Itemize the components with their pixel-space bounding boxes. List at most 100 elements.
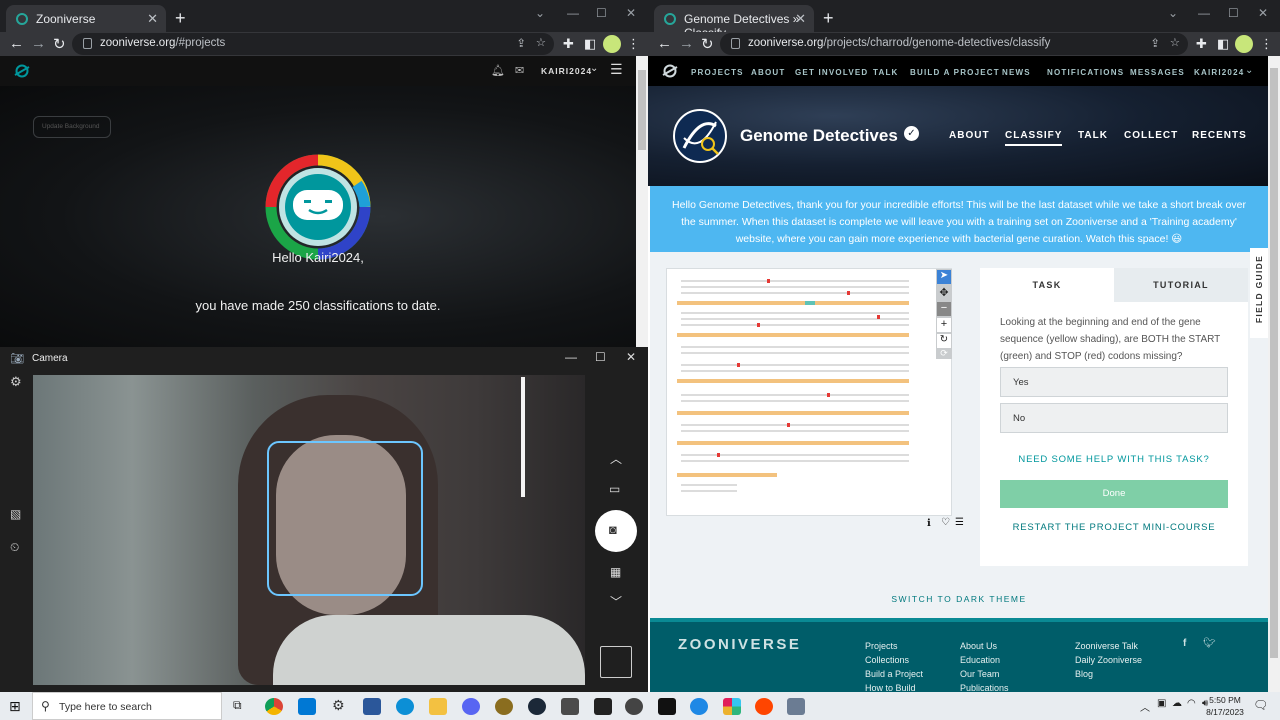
profile-avatar[interactable] [1235, 35, 1253, 53]
steam-icon[interactable] [528, 698, 546, 715]
footer-link-build[interactable]: Build a Project [865, 669, 923, 679]
pan-tool-icon[interactable]: ✥ [937, 286, 951, 300]
footer-link-publications[interactable]: Publications [960, 683, 1009, 692]
hamburger-menu-icon[interactable]: ☰ [610, 61, 623, 78]
app-blue-icon[interactable] [690, 698, 708, 715]
share-icon[interactable]: ⇪ [516, 36, 526, 50]
footer-zooniverse-logo[interactable]: ZOONIVERSE [678, 636, 801, 653]
answer-no-button[interactable]: No [1000, 403, 1228, 433]
minecraft-icon[interactable] [561, 698, 579, 715]
footer-link-blog[interactable]: Blog [1075, 669, 1093, 679]
genome-detectives-logo-icon[interactable] [672, 108, 728, 164]
nav-user-menu[interactable]: KAIRI2024 [1194, 68, 1244, 77]
extensions-icon[interactable]: ✚ [1196, 36, 1207, 52]
wow-icon[interactable] [495, 698, 513, 715]
new-tab-icon[interactable]: + [175, 8, 186, 29]
obs-icon[interactable] [625, 698, 643, 715]
nav-talk[interactable]: TALK [873, 68, 899, 77]
footer-link-our-team[interactable]: Our Team [960, 669, 999, 679]
chevron-up-icon[interactable]: ︿ [610, 450, 622, 467]
user-menu-chevron-icon[interactable]: ⌄ [590, 63, 598, 74]
minimize-icon[interactable]: — [1198, 6, 1210, 20]
task-view-icon[interactable]: ⧉ [233, 698, 242, 713]
camera-close-icon[interactable]: ✕ [626, 350, 636, 364]
timer-icon[interactable]: ⏲ [10, 540, 19, 555]
edge-icon[interactable] [396, 698, 414, 715]
close-tab-icon[interactable]: ✕ [147, 11, 158, 27]
tab-search-icon[interactable]: ⌄ [1168, 6, 1178, 20]
video-mode-icon[interactable]: ▭ [609, 482, 620, 496]
switch-dark-theme-link[interactable]: SWITCH TO DARK THEME [650, 594, 1268, 604]
twitter-icon[interactable]: 🐦︎ [1203, 638, 1216, 649]
pointer-tool-icon[interactable]: ➤ [937, 270, 951, 284]
nav-projects[interactable]: PROJECTS [691, 68, 744, 77]
left-scrollbar[interactable] [636, 56, 648, 347]
subject-viewer[interactable]: ➤ ✥ − + ↻ ⟳ [666, 268, 952, 516]
facebook-icon[interactable]: f [1183, 638, 1186, 649]
messages-mail-icon[interactable]: ✉ [515, 64, 524, 77]
menu-dots-icon[interactable]: ⋮ [1260, 36, 1273, 52]
taskbar-search-box[interactable]: ⚲ Type here to search [32, 692, 222, 720]
back-icon[interactable]: ← [9, 35, 24, 52]
tray-chevron-icon[interactable]: ︿ [1140, 699, 1150, 714]
restart-mini-course-link[interactable]: RESTART THE PROJECT MINI-COURSE [980, 522, 1248, 533]
project-nav-about[interactable]: ABOUT [949, 130, 990, 141]
right-scrollbar[interactable] [1268, 56, 1280, 692]
close-window-icon[interactable]: ✕ [1258, 6, 1268, 20]
file-explorer-icon[interactable] [429, 698, 447, 715]
settings-icon[interactable]: ⚙ [332, 697, 345, 714]
qr-code-icon[interactable]: ▦ [610, 565, 621, 579]
footer-link-how-to-build[interactable]: How to Build [865, 683, 916, 692]
footer-link-projects[interactable]: Projects [865, 641, 898, 651]
back-icon[interactable]: ← [657, 35, 672, 52]
user-menu-chevron-icon[interactable]: ⌄ [1245, 65, 1253, 76]
notes-app-icon[interactable] [594, 698, 612, 715]
word-icon[interactable] [363, 698, 381, 715]
rotate-icon[interactable]: ↻ [937, 334, 951, 348]
right-scrollbar-thumb[interactable] [1270, 68, 1278, 658]
add-to-collection-icon[interactable]: ☰ [955, 517, 964, 528]
done-button[interactable]: Done [1000, 480, 1228, 508]
share-icon[interactable]: ⇪ [1150, 36, 1160, 50]
update-background-button[interactable]: Update Background [33, 116, 111, 138]
chrome-icon[interactable] [265, 698, 283, 715]
url-field[interactable]: zooniverse.org/#projects ⇪ ☆ [72, 33, 554, 55]
zoom-out-icon[interactable]: − [937, 302, 951, 316]
footer-link-about-us[interactable]: About Us [960, 641, 997, 651]
reload-icon[interactable]: ↻ [701, 35, 714, 53]
tab-genome-detectives[interactable]: Genome Detectives » Classify — ✕ [654, 5, 814, 40]
project-title[interactable]: Genome Detectives [740, 126, 898, 146]
gallery-thumbnail[interactable] [600, 646, 632, 678]
answer-yes-button[interactable]: Yes [1000, 367, 1228, 397]
footer-link-talk[interactable]: Zooniverse Talk [1075, 641, 1138, 651]
nav-about[interactable]: ABOUT [751, 68, 785, 77]
discord-icon[interactable] [462, 698, 480, 715]
footer-link-daily[interactable]: Daily Zooniverse [1075, 655, 1142, 665]
close-window-icon[interactable]: ✕ [626, 6, 636, 20]
user-avatar-ring[interactable] [263, 152, 373, 262]
forward-icon[interactable]: → [31, 35, 46, 52]
nav-messages[interactable]: MESSAGES [1130, 68, 1185, 77]
onedrive-icon[interactable]: ☁ [1172, 698, 1182, 709]
maximize-icon[interactable]: ☐ [1228, 6, 1239, 20]
field-guide-tab[interactable]: FIELD GUIDE [1250, 248, 1268, 338]
nav-news[interactable]: NEWS [1002, 68, 1031, 77]
project-nav-talk[interactable]: TALK [1078, 130, 1108, 141]
left-scrollbar-thumb[interactable] [638, 70, 646, 150]
tab-search-icon[interactable]: ⌄ [535, 6, 545, 20]
minimize-icon[interactable]: — [567, 6, 579, 20]
clock-date[interactable]: 8/17/2023 [1203, 707, 1247, 717]
url-field[interactable]: zooniverse.org/projects/charrod/genome-d… [720, 33, 1188, 55]
footer-link-education[interactable]: Education [960, 655, 1000, 665]
tray-app-icon[interactable]: ▣ [1157, 698, 1166, 709]
slack-icon[interactable] [723, 698, 741, 715]
clock-time[interactable]: 5:50 PM [1205, 695, 1245, 705]
flowlab-icon[interactable] [658, 698, 676, 715]
reload-icon[interactable]: ↻ [53, 35, 66, 53]
favorite-heart-icon[interactable]: ♡ [941, 517, 950, 528]
new-tab-icon[interactable]: + [823, 8, 834, 29]
forward-icon[interactable]: → [679, 35, 694, 52]
zooniverse-logo-icon[interactable] [14, 64, 30, 78]
profile-avatar[interactable] [603, 35, 621, 53]
project-nav-recents[interactable]: RECENTS [1192, 130, 1247, 141]
